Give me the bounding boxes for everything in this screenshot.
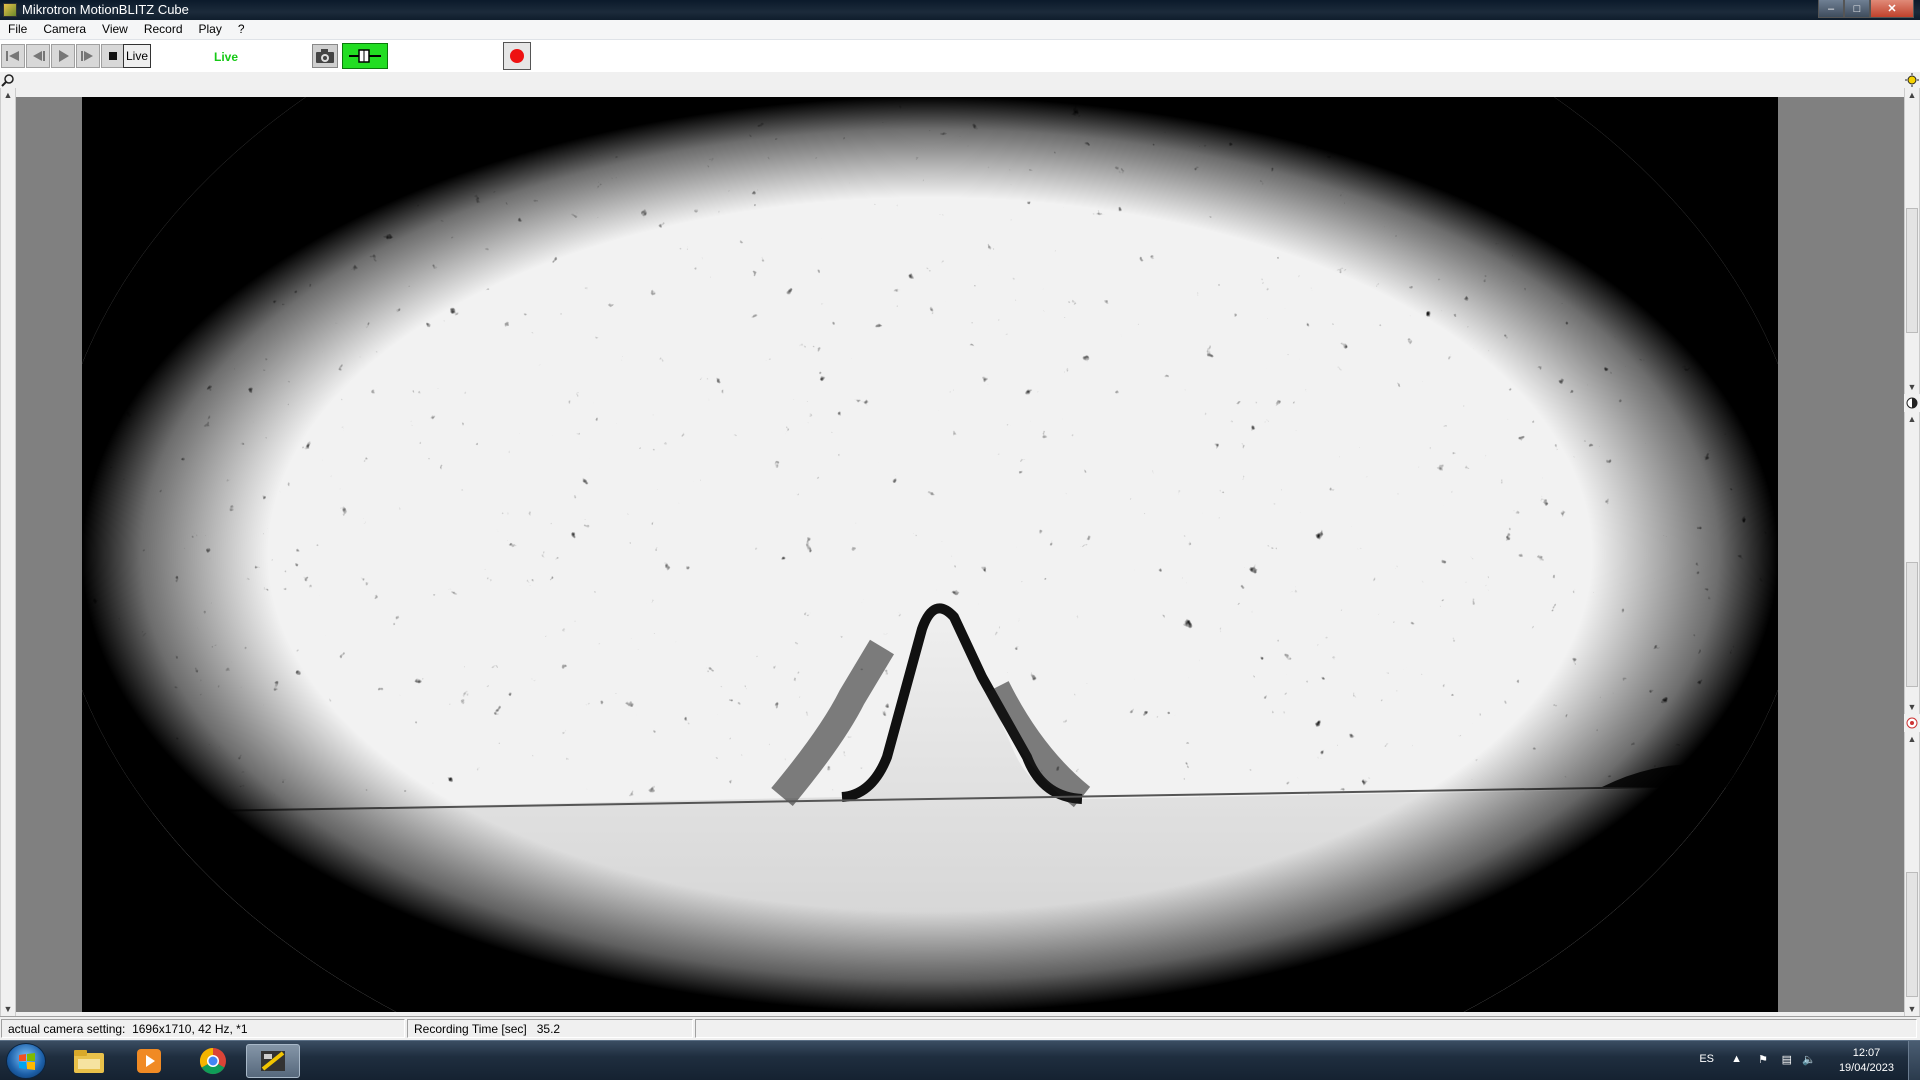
slider2-up-arrow-icon[interactable]: ▲ — [1905, 412, 1919, 426]
system-tray: ES ▲ ⚑ ▤ 🔈 12:07 19/04/2023 — [1680, 1041, 1920, 1080]
show-desktop-button[interactable] — [1908, 1041, 1920, 1080]
play-icon — [59, 50, 69, 62]
chrome-icon[interactable] — [186, 1044, 240, 1078]
slider3-down-arrow-icon[interactable]: ▼ — [1905, 1002, 1919, 1016]
recording-time-value: 35.2 — [536, 1022, 561, 1036]
step-forward-icon — [81, 51, 93, 61]
clock-time: 12:07 — [1852, 1047, 1881, 1059]
slider3-thumb[interactable] — [1906, 872, 1918, 997]
step-back-button[interactable] — [26, 44, 50, 68]
camera-setting-label: actual camera setting: — [8, 1022, 126, 1036]
motionblitz-icon[interactable] — [246, 1044, 300, 1078]
slider2-thumb[interactable] — [1906, 562, 1918, 687]
maximize-button[interactable]: □ — [1844, 0, 1870, 18]
play-button[interactable] — [51, 44, 75, 68]
snapshot-button[interactable] — [312, 44, 338, 68]
menu-bar: File Camera View Record Play ? — [0, 20, 1920, 40]
stop-button[interactable] — [101, 44, 125, 68]
status-bar: actual camera setting: 1696x1710, 42 Hz,… — [0, 1016, 1920, 1040]
live-status: Live — [214, 50, 239, 64]
right-slider-1[interactable]: ▲ ▼ — [1904, 88, 1920, 394]
slider1-up-arrow-icon[interactable]: ▲ — [1905, 88, 1919, 102]
menu-help[interactable]: ? — [230, 20, 253, 39]
menu-record[interactable]: Record — [136, 20, 191, 39]
skip-to-start-button[interactable] — [1, 44, 25, 68]
camera-setting-pane: actual camera setting: 1696x1710, 42 Hz,… — [1, 1019, 405, 1038]
taskbar: ES ▲ ⚑ ▤ 🔈 12:07 19/04/2023 — [0, 1040, 1920, 1080]
recording-time-label: Recording Time [sec] — [414, 1022, 527, 1036]
volume-icon[interactable]: 🔈 — [1802, 1053, 1816, 1066]
camera-setting-value: 1696x1710, 42 Hz, *1 — [132, 1022, 248, 1036]
record-icon — [510, 49, 524, 63]
right-slider-3[interactable]: ▲ ▼ — [1904, 732, 1920, 1016]
live-button[interactable]: Live — [123, 44, 151, 68]
recording-time-pane: Recording Time [sec] 35.2 — [407, 1019, 693, 1038]
slider1-down-arrow-icon[interactable]: ▼ — [1905, 380, 1919, 394]
clock[interactable]: 12:07 19/04/2023 — [1839, 1046, 1894, 1076]
record-button[interactable] — [503, 42, 531, 70]
slider1-thumb[interactable] — [1906, 208, 1918, 333]
network-icon[interactable]: ▤ — [1782, 1053, 1792, 1066]
window-controls: – □ ✕ — [1818, 0, 1914, 18]
windows-start-icon[interactable] — [6, 1043, 46, 1079]
scroll-down-arrow-icon[interactable]: ▼ — [1, 1002, 15, 1016]
toolbar: Live Live — [0, 40, 1920, 72]
slider2-down-arrow-icon[interactable]: ▼ — [1905, 700, 1919, 714]
trigger-button[interactable] — [342, 43, 388, 69]
scroll-up-arrow-icon[interactable]: ▲ — [1, 88, 15, 102]
status-empty-pane — [695, 1019, 1917, 1038]
brightness-icon[interactable] — [1905, 73, 1919, 87]
stop-icon — [109, 52, 117, 60]
menu-camera[interactable]: Camera — [35, 20, 94, 39]
clock-date: 19/04/2023 — [1838, 1062, 1894, 1074]
camera-frame — [82, 97, 1778, 1012]
skip-to-start-icon — [6, 51, 19, 61]
language-indicator[interactable]: ES — [1699, 1053, 1714, 1065]
right-slider-2[interactable]: ▲ ▼ — [1904, 412, 1920, 714]
menu-file[interactable]: File — [0, 20, 35, 39]
window-title: Mikrotron MotionBLITZ Cube — [22, 2, 189, 17]
menu-view[interactable]: View — [94, 20, 136, 39]
action-center-flag-icon[interactable]: ⚑ — [1758, 1053, 1768, 1066]
minimize-button[interactable]: – — [1818, 0, 1844, 18]
gain-icon — [1905, 716, 1919, 730]
contrast-icon — [1905, 396, 1919, 410]
title-bar: Mikrotron MotionBLITZ Cube – □ ✕ — [0, 0, 1920, 20]
menu-play[interactable]: Play — [191, 20, 230, 39]
left-scrollbar[interactable]: ▲ ▼ — [0, 88, 16, 1016]
live-camera-image[interactable] — [82, 97, 1778, 1012]
close-button[interactable]: ✕ — [1870, 0, 1914, 18]
show-hidden-icons-icon[interactable]: ▲ — [1731, 1053, 1742, 1065]
file-explorer-icon[interactable] — [62, 1044, 116, 1078]
app-icon — [3, 3, 17, 17]
step-back-icon — [33, 51, 45, 61]
camera-snapshot-icon — [316, 49, 334, 63]
zoom-icon[interactable] — [1, 73, 15, 87]
trigger-icon — [349, 49, 381, 63]
slider3-up-arrow-icon[interactable]: ▲ — [1905, 732, 1919, 746]
step-forward-button[interactable] — [76, 44, 100, 68]
media-player-icon[interactable] — [122, 1044, 176, 1078]
